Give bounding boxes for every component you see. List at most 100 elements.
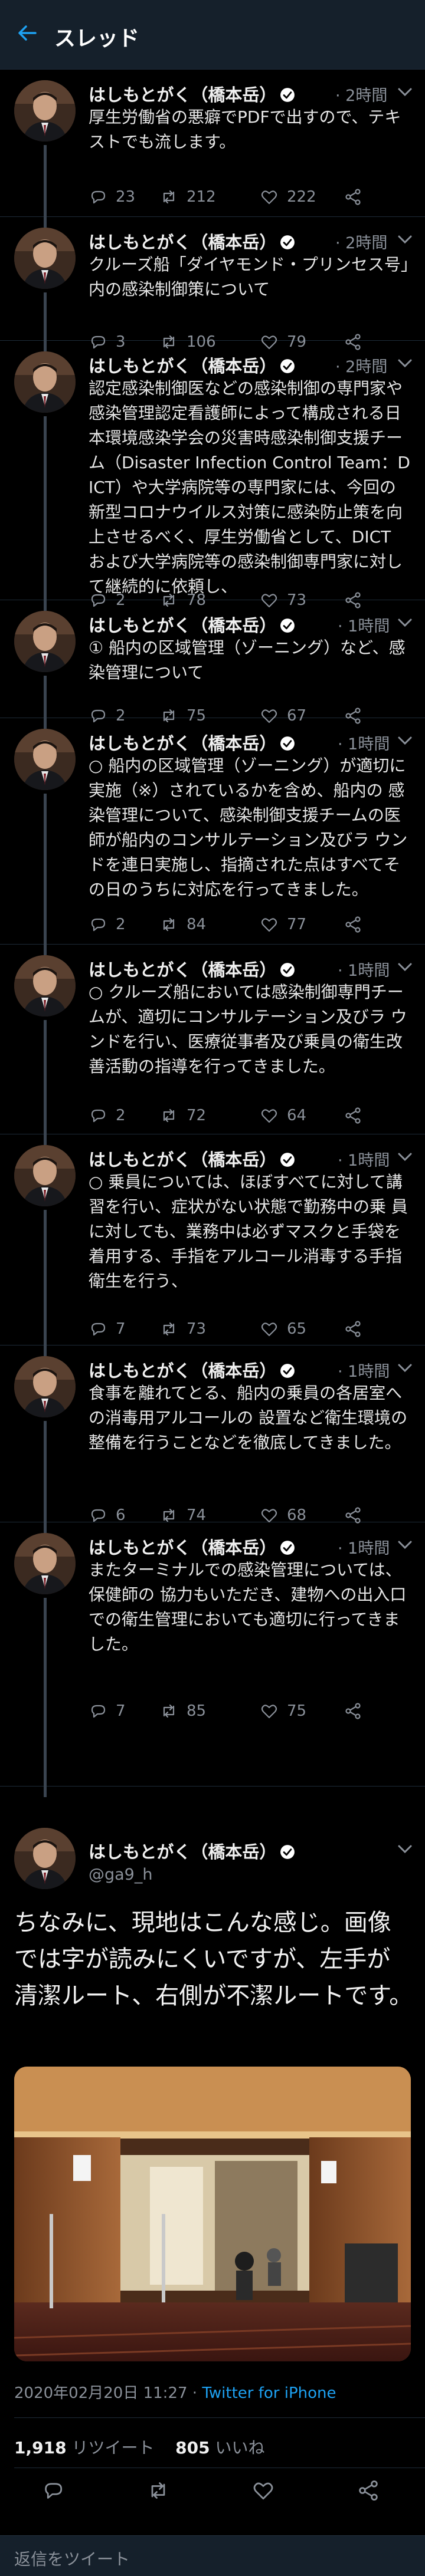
- verified-badge-icon: [280, 235, 295, 249]
- author-name[interactable]: はしもとがく（橋本岳）: [89, 1146, 295, 1171]
- author-name[interactable]: はしもとがく（橋本岳）: [89, 612, 295, 637]
- like-label: いいね: [215, 2438, 265, 2457]
- retweet-button[interactable]: 73: [159, 1317, 206, 1341]
- tweet-photo[interactable]: [14, 2067, 411, 2361]
- avatar[interactable]: [14, 1145, 76, 1206]
- avatar[interactable]: [14, 228, 76, 289]
- top-bar: スレッド: [0, 0, 425, 70]
- share-button[interactable]: [344, 1317, 371, 1341]
- reply-icon: [91, 190, 106, 204]
- like-button[interactable]: 64: [260, 1104, 306, 1127]
- thread-tweet[interactable]: はしもとがく（橋本岳） · 1時間 ○ クルーズ船においては感染制御専門チームが…: [0, 945, 425, 1145]
- reply-button[interactable]: 23: [89, 185, 135, 209]
- thread-tweet[interactable]: はしもとがく（橋本岳） · 1時間 またターミナルでの感染管理については、保健師…: [0, 1522, 425, 1797]
- chevron-down-icon[interactable]: [397, 86, 413, 98]
- author-name[interactable]: はしもとがく（橋本岳）: [89, 353, 295, 377]
- retweet-button[interactable]: 84: [159, 913, 206, 936]
- author-name[interactable]: はしもとがく（橋本岳）: [89, 1838, 295, 1863]
- chevron-down-icon[interactable]: [397, 735, 413, 746]
- like-button[interactable]: 77: [260, 913, 306, 936]
- chevron-down-icon[interactable]: [397, 1539, 413, 1551]
- reply-count: 2: [116, 1107, 126, 1124]
- chevron-down-icon[interactable]: [397, 1843, 413, 1855]
- like-button[interactable]: 65: [260, 1317, 306, 1341]
- reply-button[interactable]: 2: [89, 913, 126, 936]
- author-name[interactable]: はしもとがく（橋本岳）: [89, 81, 295, 106]
- avatar[interactable]: [14, 955, 76, 1016]
- thread-tweet[interactable]: はしもとがく（橋本岳） · 2時間 クルーズ船「ダイヤモンド・プリンセス号」内の…: [0, 217, 425, 351]
- chevron-down-icon[interactable]: [397, 1362, 413, 1374]
- tweet-time: · 1時間: [338, 617, 390, 636]
- avatar[interactable]: [14, 729, 76, 790]
- tweet-time: · 1時間: [338, 1152, 390, 1170]
- thread-tweet[interactable]: はしもとがく（橋本岳） · 1時間 ① 船内の区域管理（ゾーニング）など、感染管…: [0, 600, 425, 729]
- thread-tweet[interactable]: はしもとがく（橋本岳） · 2時間 厚生労働省の悪癖でPDFで出すので、テキスト…: [0, 70, 425, 228]
- author-name[interactable]: はしもとがく（橋本岳）: [89, 1357, 295, 1382]
- chevron-down-icon[interactable]: [397, 617, 413, 629]
- avatar[interactable]: [14, 1828, 76, 1889]
- retweet-button[interactable]: 85: [159, 1699, 206, 1723]
- chevron-down-icon[interactable]: [397, 1151, 413, 1163]
- share-button[interactable]: [344, 185, 371, 209]
- back-arrow-icon[interactable]: [15, 21, 39, 45]
- like-count[interactable]: 805: [175, 2438, 210, 2457]
- divider: [14, 2417, 425, 2418]
- avatar[interactable]: [14, 1356, 76, 1417]
- like-button[interactable]: 222: [260, 185, 316, 209]
- verified-badge-icon: [280, 359, 295, 373]
- author-name[interactable]: はしもとがく（橋本岳）: [89, 730, 295, 755]
- verified-badge-icon: [280, 1845, 295, 1859]
- reply-icon: [91, 918, 106, 932]
- share-icon[interactable]: [357, 2479, 380, 2502]
- reply-icon[interactable]: [41, 2479, 65, 2502]
- retweet-button[interactable]: 212: [159, 185, 216, 209]
- reply-count: 7: [116, 1702, 126, 1720]
- tweet-text: ① 船内の区域管理（ゾーニング）など、感染管理について: [89, 638, 406, 682]
- author-name[interactable]: はしもとがく（橋本岳）: [89, 229, 295, 254]
- avatar[interactable]: [14, 351, 76, 413]
- tweet-time: · 2時間: [335, 87, 388, 105]
- share-button[interactable]: [344, 1104, 371, 1127]
- retweet-icon: [163, 1322, 175, 1336]
- retweet-icon[interactable]: [146, 2479, 170, 2502]
- like-count: 222: [287, 188, 316, 206]
- reply-input[interactable]: 返信をツイート: [14, 2547, 130, 2570]
- thread-tweet[interactable]: はしもとがく（橋本岳） · 2時間 認定感染制御医などの感染制御の専門家や感染管…: [0, 341, 425, 611]
- tweet-text: またターミナルでの感染管理については、保健師の 協力もいただき、建物への出入口で…: [89, 1560, 407, 1654]
- retweet-count: 212: [187, 188, 216, 206]
- like-button[interactable]: 75: [260, 1699, 306, 1723]
- retweet-icon: [163, 917, 175, 932]
- share-button[interactable]: [344, 1699, 371, 1723]
- avatar[interactable]: [14, 611, 76, 672]
- thread-connector: [44, 1421, 47, 1533]
- author-handle: @ga9_h: [89, 1866, 153, 1884]
- chevron-down-icon[interactable]: [397, 233, 413, 245]
- tweet-text: ○ 乗員については、ほぼすべてに対して講習を行い、症状がない状態で勤務中の乗 員…: [89, 1172, 408, 1291]
- reply-button[interactable]: 2: [89, 1104, 126, 1127]
- thread-connector: [44, 416, 47, 611]
- tweet-stats: 1,918 リツイート 805 いいね: [14, 2435, 264, 2459]
- reply-button[interactable]: 7: [89, 1317, 126, 1341]
- retweet-button[interactable]: 72: [159, 1104, 206, 1127]
- thread-tweet[interactable]: はしもとがく（橋本岳） · 1時間 ○ 船内の区域管理（ゾーニング）が適切に実施…: [0, 718, 425, 955]
- reply-button[interactable]: 7: [89, 1699, 126, 1723]
- share-button[interactable]: [344, 913, 371, 936]
- thread-tweet[interactable]: はしもとがく（橋本岳） · 1時間 食事を離れてとる、船内の乗員の各居室への消毒…: [0, 1345, 425, 1533]
- thread-tweet[interactable]: はしもとがく（橋本岳） · 1時間 ○ 乗員については、ほぼすべてに対して講習を…: [0, 1134, 425, 1356]
- like-icon[interactable]: [251, 2479, 275, 2502]
- thread-connector: [44, 145, 47, 228]
- avatar[interactable]: [14, 80, 76, 142]
- author-name[interactable]: はしもとがく（橋本岳）: [89, 1534, 295, 1559]
- retweet-icon: [163, 1108, 175, 1123]
- share-icon: [345, 1321, 361, 1337]
- tweet-date: 2020年02月20日 11:27 ·: [14, 2384, 202, 2402]
- chevron-down-icon[interactable]: [397, 357, 413, 369]
- retweet-count[interactable]: 1,918: [14, 2438, 67, 2457]
- chevron-down-icon[interactable]: [397, 961, 413, 973]
- tweet-source[interactable]: Twitter for iPhone: [202, 2384, 336, 2402]
- avatar[interactable]: [14, 1533, 76, 1594]
- verified-badge-icon: [280, 1541, 295, 1555]
- retweet-count: 84: [187, 916, 207, 933]
- share-icon: [345, 916, 361, 933]
- author-name[interactable]: はしもとがく（橋本岳）: [89, 956, 295, 981]
